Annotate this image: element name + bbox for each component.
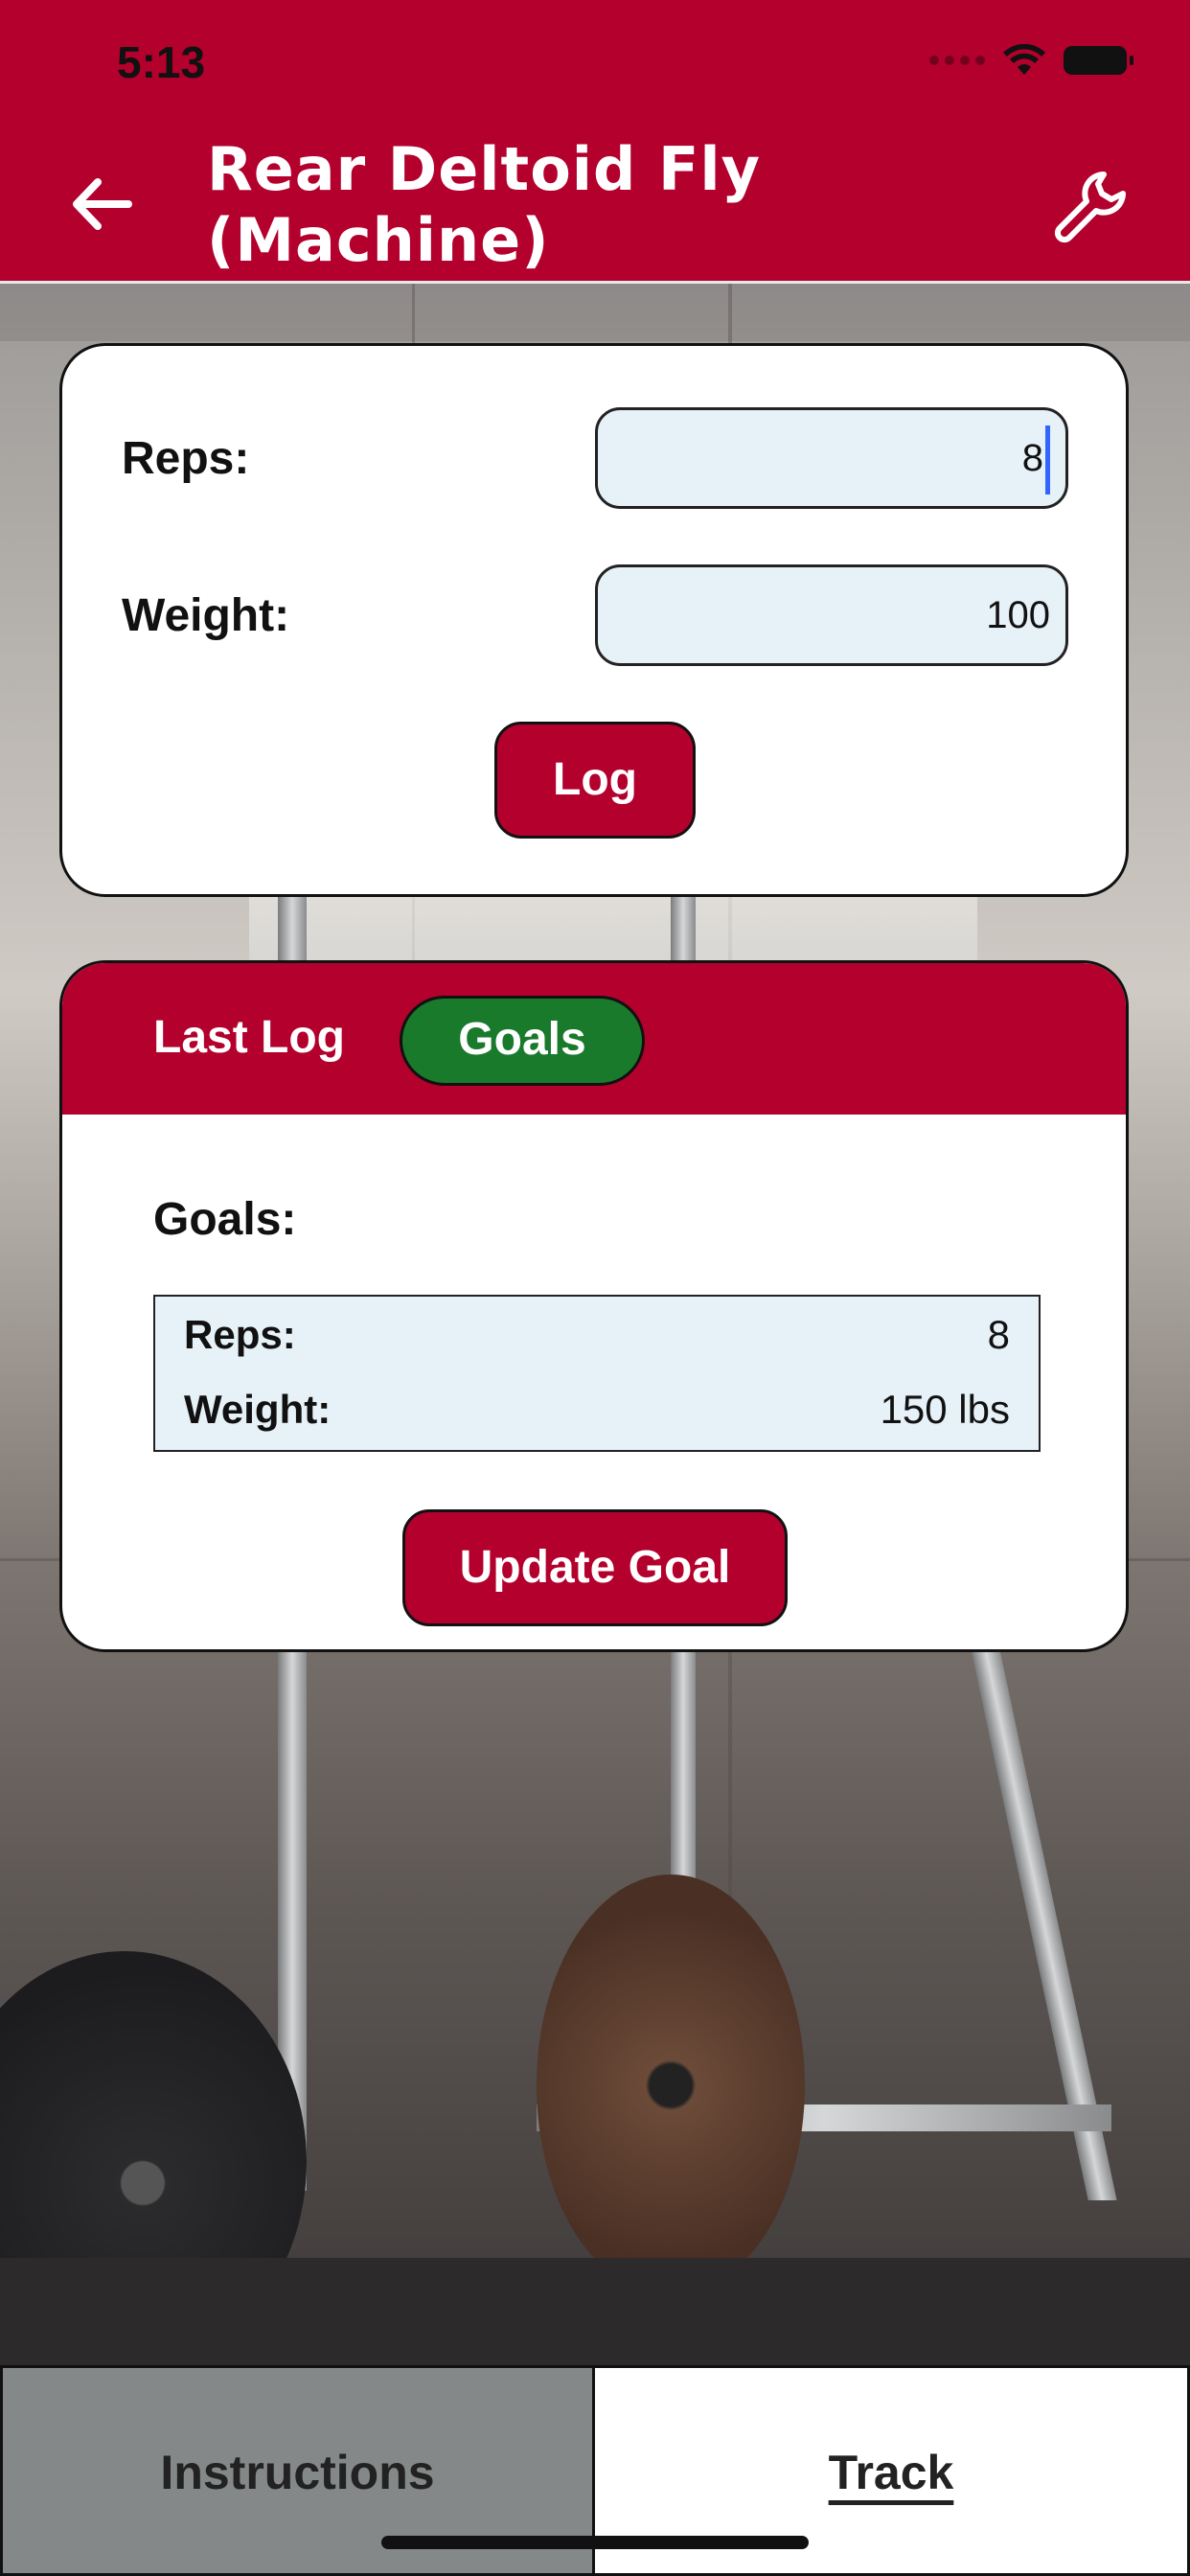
wifi-icon bbox=[1003, 44, 1045, 75]
weight-value: 100 bbox=[986, 594, 1050, 636]
log-entry-card: Reps: 8 Weight: 100 Log bbox=[59, 343, 1129, 897]
weight-input[interactable]: 100 bbox=[595, 564, 1068, 666]
text-cursor bbox=[1045, 426, 1050, 495]
app-header: 5:13 Rear Deltoid Fly (Machine) bbox=[0, 0, 1190, 284]
tab-goals[interactable]: Goals bbox=[400, 996, 645, 1086]
goal-weight-value: 150 lbs bbox=[880, 1387, 1010, 1432]
arrow-left-icon bbox=[73, 178, 132, 230]
title-line-2: (Machine) bbox=[207, 205, 550, 275]
tab-track-label: Track bbox=[828, 2446, 954, 2499]
goals-table: Reps: 8 Weight: 150 lbs bbox=[153, 1295, 1041, 1452]
goal-weight-label: Weight: bbox=[184, 1387, 332, 1432]
tab-instructions-label: Instructions bbox=[160, 2446, 435, 2499]
reps-label: Reps: bbox=[122, 433, 250, 484]
signal-icon bbox=[929, 56, 985, 65]
weight-label: Weight: bbox=[122, 590, 290, 641]
reps-value: 8 bbox=[1021, 437, 1043, 479]
title-line-1: Rear Deltoid Fly bbox=[207, 134, 762, 204]
wrench-icon bbox=[1054, 172, 1126, 243]
tab-track-label-wrap: Track bbox=[595, 2445, 1187, 2500]
goal-reps-value: 8 bbox=[987, 1312, 1010, 1357]
goal-row-weight: Weight: 150 lbs bbox=[184, 1377, 1010, 1444]
battery-icon bbox=[1064, 46, 1133, 75]
settings-button[interactable] bbox=[1048, 165, 1131, 247]
goals-tab-bar: Last Log Goals bbox=[62, 963, 1126, 1115]
tab-last-log[interactable]: Last Log bbox=[153, 1011, 345, 1064]
reps-input[interactable]: 8 bbox=[595, 407, 1068, 509]
goals-card: Last Log Goals Goals: Reps: 8 Weight: 15… bbox=[59, 960, 1129, 1652]
goals-section-title: Goals: bbox=[153, 1194, 297, 1245]
update-goal-button[interactable]: Update Goal bbox=[402, 1509, 788, 1626]
home-indicator bbox=[381, 2536, 809, 2549]
page-title: Rear Deltoid Fly (Machine) bbox=[207, 134, 878, 276]
goal-row-reps: Reps: 8 bbox=[184, 1302, 1010, 1369]
goal-reps-label: Reps: bbox=[184, 1312, 296, 1357]
back-button[interactable] bbox=[61, 163, 144, 245]
status-icons bbox=[929, 44, 1133, 77]
log-button[interactable]: Log bbox=[494, 722, 696, 839]
status-time: 5:13 bbox=[117, 37, 206, 87]
